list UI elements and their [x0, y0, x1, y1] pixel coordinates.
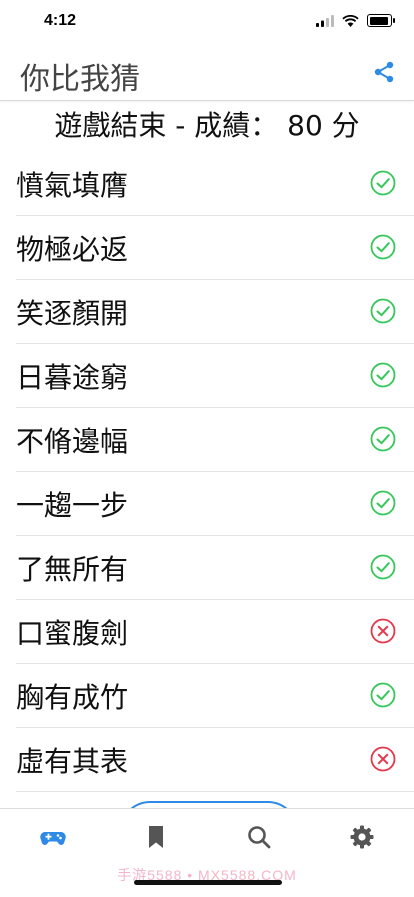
share-icon[interactable]	[372, 60, 396, 84]
item-text: 口蜜腹劍	[16, 617, 129, 650]
check-circle-icon	[370, 682, 396, 708]
list-item[interactable]: 不脩邊幅	[16, 408, 414, 472]
item-text: 憤氣填膺	[16, 169, 129, 202]
gamepad-icon[interactable]	[39, 823, 67, 851]
x-circle-icon	[370, 746, 396, 772]
list-item[interactable]: 口蜜腹劍	[16, 600, 414, 664]
home-indicator	[134, 880, 282, 885]
list-item[interactable]: 物極必返	[16, 216, 414, 280]
x-circle-icon	[370, 618, 396, 644]
check-circle-icon	[370, 170, 396, 196]
status-icons	[316, 14, 395, 27]
search-icon[interactable]	[245, 823, 273, 851]
check-circle-icon	[370, 234, 396, 260]
signal-icon	[316, 14, 334, 27]
list-item[interactable]: 一趨一步	[16, 472, 414, 536]
wifi-icon	[342, 14, 359, 27]
item-text: 不脩邊幅	[16, 425, 129, 458]
item-text: 胸有成竹	[16, 681, 129, 714]
item-text: 日暮途窮	[16, 361, 129, 394]
battery-icon	[367, 14, 395, 27]
item-text: 笑逐顏開	[16, 297, 129, 330]
gear-icon[interactable]	[348, 823, 376, 851]
check-circle-icon	[370, 298, 396, 324]
item-text: 虛有其表	[16, 745, 129, 778]
list-item[interactable]: 笑逐顏開	[16, 280, 414, 344]
list-item[interactable]: 虛有其表	[16, 728, 414, 792]
check-circle-icon	[370, 554, 396, 580]
list-item[interactable]: 胸有成竹	[16, 664, 414, 728]
result-title: 遊戲結束 - 成績： 80 分	[54, 109, 360, 142]
check-circle-icon	[370, 490, 396, 516]
bookmark-icon[interactable]	[142, 823, 170, 851]
list-item[interactable]: 日暮途窮	[16, 344, 414, 408]
result-list: 憤氣填膺 物極必返 笑逐顏開 日暮途窮 不脩邊幅 一趨一步 了無所有 口蜜腹劍 …	[0, 152, 414, 792]
navigation-bar: 你比我猜	[0, 44, 414, 101]
check-circle-icon	[370, 426, 396, 452]
status-time: 4:12	[44, 12, 77, 29]
item-text: 了無所有	[16, 553, 129, 586]
check-circle-icon	[370, 362, 396, 388]
list-item[interactable]: 憤氣填膺	[16, 152, 414, 216]
item-text: 一趨一步	[16, 489, 129, 522]
item-text: 物極必返	[16, 233, 129, 266]
page-title: 你比我猜	[20, 62, 140, 97]
list-item[interactable]: 了無所有	[16, 536, 414, 600]
status-bar: 4:12	[0, 0, 414, 44]
